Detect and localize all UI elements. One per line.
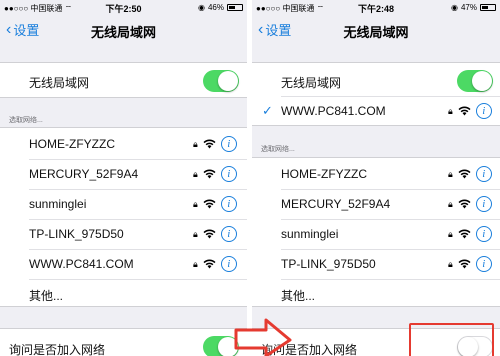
lock-rotation-icon: ◉ [198,3,205,12]
network-icons: 🔒︎ i [448,166,492,182]
info-icon[interactable]: i [220,196,237,212]
battery-percent: 46% [207,3,224,12]
network-row[interactable]: WWW.PC841.COM 🔒︎ i [0,248,247,280]
other-network-label: 其他... [281,289,316,303]
battery-icon [227,4,243,11]
network-row[interactable]: MERCURY_52F9A4 🔒︎ i [0,158,247,190]
wifi-toggle-row: 无线局域网 [252,65,500,97]
lock-icon: 🔒︎ [448,259,453,269]
wifi-icon [458,259,471,269]
lock-icon: 🔒︎ [448,229,453,239]
battery-icon [480,4,496,11]
right-phone-screen: ●●○○○ 中国联通 ⌔ 下午2:48 ◉ 47% ‹ 设置 无线局域网 无线局域… [252,0,500,356]
ask-join-label: 询问是否加入网络 [9,343,106,356]
connected-network-row[interactable]: ✓ WWW.PC841.COM 🔒︎ i [252,95,500,127]
connected-network-name: WWW.PC841.COM [281,104,386,118]
info-icon[interactable]: i [475,166,492,182]
lock-rotation-icon: ◉ [451,3,458,12]
network-row[interactable]: HOME-ZFYZZC 🔒︎ i [0,128,247,160]
network-icons: 🔒︎ i [193,256,237,272]
network-name: sunminglei [281,227,339,241]
wifi-toggle[interactable] [203,70,239,92]
wifi-icon [203,169,216,179]
network-list: HOME-ZFYZZC 🔒︎ i MERCURY_52F9A4 🔒︎ i sun… [252,157,500,307]
navigation-bar: ‹ 设置 无线局域网 [252,14,500,44]
network-row[interactable]: TP-LINK_975D50 🔒︎ i [252,248,500,280]
wifi-toggle[interactable] [457,70,493,92]
lock-icon: 🔒︎ [448,169,453,179]
network-name: MERCURY_52F9A4 [281,197,391,211]
info-icon[interactable]: i [475,196,492,212]
ask-join-group: 询问是否加入网络 [0,328,247,356]
lock-icon: 🔒︎ [193,139,198,149]
left-phone-screen: ●●○○○ 中国联通 ⌔ 下午2:50 ◉ 46% ‹ 设置 无线局域网 无线局域… [0,0,247,356]
network-row[interactable]: HOME-ZFYZZC 🔒︎ i [252,158,500,190]
network-icons: 🔒︎ i [193,226,237,242]
status-right: ◉ 47% [451,3,496,12]
wifi-icon [203,199,216,209]
network-row[interactable]: sunminglei 🔒︎ i [0,188,247,220]
wifi-icon [203,229,216,239]
navigation-bar: ‹ 设置 无线局域网 [0,14,247,44]
wifi-toggle-label: 无线局域网 [29,76,90,90]
network-name: HOME-ZFYZZC [281,167,367,181]
other-network-row[interactable]: 其他... [252,278,500,310]
lock-icon: 🔒︎ [193,229,198,239]
network-name: TP-LINK_975D50 [281,257,376,271]
checkmark-icon: ✓ [262,103,273,118]
info-icon[interactable]: i [220,136,237,152]
network-row[interactable]: MERCURY_52F9A4 🔒︎ i [252,188,500,220]
ask-join-row: 询问是否加入网络 [0,332,247,356]
section-header: 选取网络... [261,146,295,153]
info-icon[interactable]: i [220,166,237,182]
annotation-arrow-icon [234,318,292,356]
info-icon[interactable]: i [475,226,492,242]
network-icons: 🔒︎ i [448,226,492,242]
wifi-icon [203,139,216,149]
network-row[interactable]: TP-LINK_975D50 🔒︎ i [0,218,247,250]
network-icons: 🔒︎ i [193,166,237,182]
network-name: TP-LINK_975D50 [29,227,124,241]
wifi-icon [458,106,471,116]
info-icon[interactable]: i [220,226,237,242]
network-icons: 🔒︎ i [448,196,492,212]
info-icon[interactable]: i [475,103,492,119]
network-icons: 🔒︎ i [448,256,492,272]
network-name: WWW.PC841.COM [29,257,134,271]
network-name: HOME-ZFYZZC [29,137,115,151]
annotation-highlight-box [409,323,494,356]
other-network-row[interactable]: 其他... [0,278,247,310]
section-header: 选取网络... [9,117,43,124]
page-title: 无线局域网 [343,25,409,40]
network-icons: 🔒︎ i [448,103,492,119]
battery-percent: 47% [460,3,477,12]
status-right: ◉ 46% [198,3,243,12]
network-row[interactable]: sunminglei 🔒︎ i [252,218,500,250]
network-icons: 🔒︎ i [193,136,237,152]
network-name: sunminglei [29,197,87,211]
lock-icon: 🔒︎ [448,106,453,116]
wifi-icon [458,229,471,239]
wifi-toggle-label: 无线局域网 [281,76,342,90]
wifi-toggle-group: 无线局域网 [0,62,247,98]
wifi-toggle-group: 无线局域网 ✓ WWW.PC841.COM 🔒︎ i [252,62,500,126]
lock-icon: 🔒︎ [193,259,198,269]
status-bar: ●●○○○ 中国联通 ⌔ 下午2:50 ◉ 46% [0,0,247,14]
wifi-icon [458,199,471,209]
status-bar: ●●○○○ 中国联通 ⌔ 下午2:48 ◉ 47% [252,0,500,14]
lock-icon: 🔒︎ [448,199,453,209]
network-list: HOME-ZFYZZC 🔒︎ i MERCURY_52F9A4 🔒︎ i sun… [0,127,247,307]
info-icon[interactable]: i [475,256,492,272]
lock-icon: 🔒︎ [193,169,198,179]
other-network-label: 其他... [29,289,64,303]
network-icons: 🔒︎ i [193,196,237,212]
network-name: MERCURY_52F9A4 [29,167,139,181]
page-title: 无线局域网 [90,25,156,40]
wifi-icon [458,169,471,179]
info-icon[interactable]: i [220,256,237,272]
wifi-toggle-row: 无线局域网 [0,65,247,97]
lock-icon: 🔒︎ [193,199,198,209]
wifi-icon [203,259,216,269]
